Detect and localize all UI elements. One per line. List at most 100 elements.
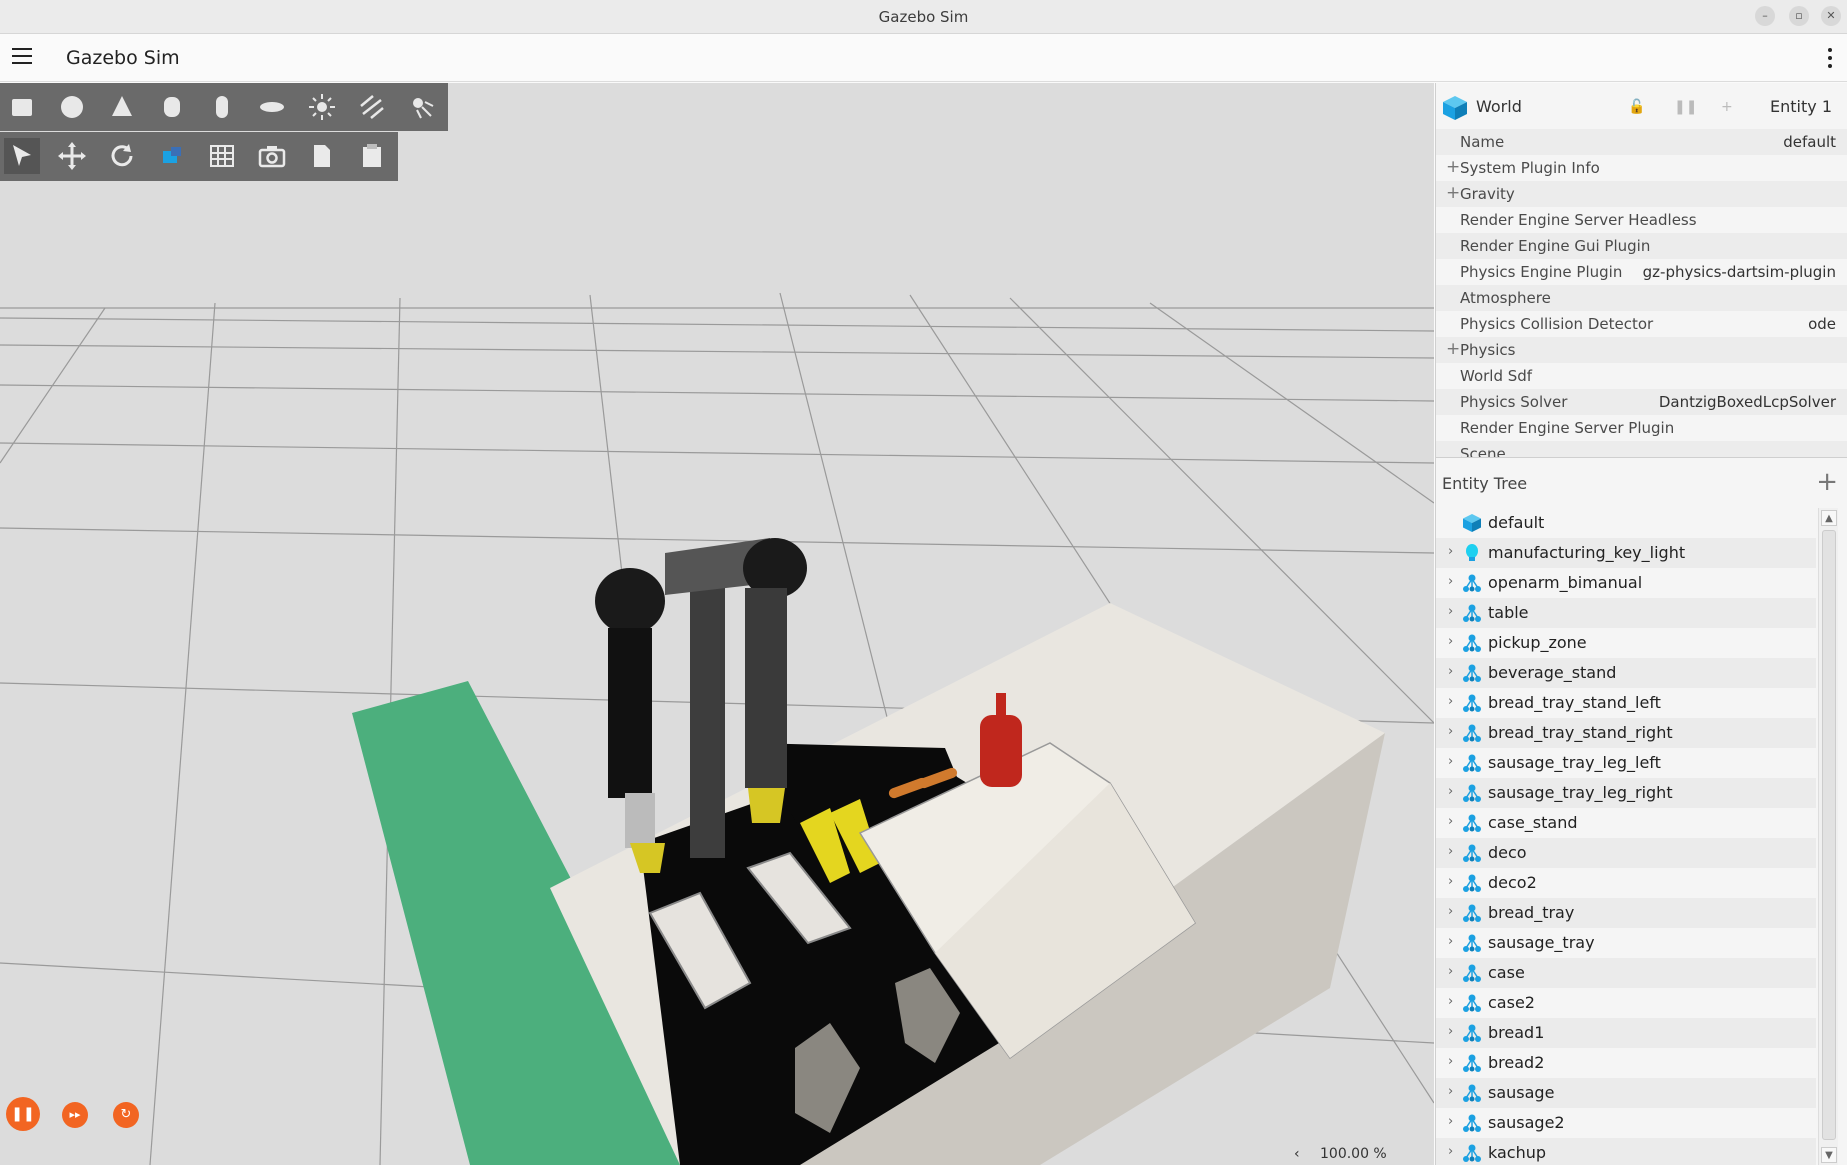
- chevron-right-icon[interactable]: ›: [1448, 664, 1453, 679]
- tree-item[interactable]: › bread2: [1436, 1048, 1816, 1078]
- chevron-right-icon[interactable]: ›: [1448, 994, 1453, 1009]
- chevron-right-icon[interactable]: ›: [1448, 724, 1453, 739]
- tree-item[interactable]: › sausage_tray_leg_left: [1436, 748, 1816, 778]
- box-icon[interactable]: [4, 89, 40, 125]
- tree-item[interactable]: › sausage: [1436, 1078, 1816, 1108]
- property-row: Render Engine Server Headless: [1436, 207, 1847, 233]
- entity-tree-scrollbar[interactable]: ▲ ▼: [1818, 508, 1838, 1165]
- translate-icon[interactable]: [54, 138, 90, 174]
- sphere-icon[interactable]: [54, 89, 90, 125]
- chevron-right-icon[interactable]: ›: [1448, 934, 1453, 949]
- chevron-right-icon[interactable]: ›: [1448, 634, 1453, 649]
- right-gripper: [748, 788, 785, 823]
- chevron-right-icon[interactable]: ›: [1448, 874, 1453, 889]
- spot-light-icon[interactable]: [404, 89, 440, 125]
- chevron-right-icon[interactable]: ›: [1448, 1144, 1453, 1159]
- cone-icon[interactable]: [104, 89, 140, 125]
- scroll-down-icon[interactable]: ▼: [1821, 1147, 1837, 1163]
- property-row[interactable]: + Physics: [1436, 337, 1847, 363]
- expand-plus-icon[interactable]: +: [1446, 339, 1460, 359]
- chevron-right-icon[interactable]: ›: [1448, 604, 1453, 619]
- pause-button[interactable]: ❚❚: [6, 1097, 40, 1131]
- cylinder-icon[interactable]: [154, 89, 190, 125]
- chevron-right-icon[interactable]: ›: [1448, 904, 1453, 919]
- model-icon: [1463, 754, 1481, 772]
- model-icon: [1463, 844, 1481, 862]
- collapse-chevron-icon[interactable]: ‹: [1294, 1146, 1300, 1162]
- reset-button[interactable]: ↻: [113, 1102, 139, 1128]
- chevron-right-icon[interactable]: ›: [1448, 844, 1453, 859]
- tree-item[interactable]: › deco: [1436, 838, 1816, 868]
- tree-item[interactable]: › deco2: [1436, 868, 1816, 898]
- screenshot-icon[interactable]: [254, 138, 290, 174]
- chevron-right-icon[interactable]: ›: [1448, 694, 1453, 709]
- maximize-icon[interactable]: ▫: [1789, 6, 1809, 26]
- point-light-icon[interactable]: [304, 89, 340, 125]
- tree-item[interactable]: › bread_tray_stand_left: [1436, 688, 1816, 718]
- tree-item[interactable]: › case2: [1436, 988, 1816, 1018]
- tree-item[interactable]: › pickup_zone: [1436, 628, 1816, 658]
- chevron-right-icon[interactable]: ›: [1448, 1084, 1453, 1099]
- tree-item[interactable]: › sausage_tray: [1436, 928, 1816, 958]
- property-key: Scene: [1460, 445, 1506, 457]
- chevron-right-icon[interactable]: ›: [1448, 1114, 1453, 1129]
- tree-item[interactable]: › bread_tray: [1436, 898, 1816, 928]
- expand-plus-icon[interactable]: +: [1446, 157, 1460, 177]
- model-icon: [1463, 904, 1481, 922]
- property-key: Physics: [1460, 341, 1516, 359]
- tree-item[interactable]: › kachup: [1436, 1138, 1816, 1165]
- property-row[interactable]: + System Plugin Info: [1436, 155, 1847, 181]
- pause-updates-icon[interactable]: ❚❚: [1674, 99, 1697, 115]
- property-row[interactable]: + Gravity: [1436, 181, 1847, 207]
- scale-icon[interactable]: [154, 138, 190, 174]
- 3d-scene-viewport[interactable]: [0, 83, 1434, 1165]
- model-icon: [1463, 1054, 1481, 1072]
- chevron-right-icon[interactable]: ›: [1448, 574, 1453, 589]
- component-inspector-header: World 🔓 ❚❚ + Entity 1: [1436, 83, 1847, 129]
- zoom-level: 100.00 %: [1320, 1146, 1387, 1162]
- more-options-icon[interactable]: [1827, 48, 1833, 68]
- tree-item[interactable]: default: [1436, 508, 1816, 538]
- lock-icon[interactable]: 🔓: [1628, 99, 1645, 115]
- tree-item[interactable]: › sausage2: [1436, 1108, 1816, 1138]
- world-icon: [1463, 514, 1481, 532]
- ellipsoid-icon[interactable]: [254, 89, 290, 125]
- tree-item[interactable]: › beverage_stand: [1436, 658, 1816, 688]
- tree-item[interactable]: › case: [1436, 958, 1816, 988]
- tree-item[interactable]: › bread_tray_stand_right: [1436, 718, 1816, 748]
- menu-icon[interactable]: [12, 48, 32, 66]
- add-component-icon[interactable]: +: [1721, 99, 1733, 115]
- chevron-right-icon[interactable]: ›: [1448, 814, 1453, 829]
- close-icon[interactable]: ✕: [1821, 6, 1841, 26]
- scroll-up-icon[interactable]: ▲: [1821, 510, 1837, 526]
- minimize-icon[interactable]: –: [1755, 6, 1775, 26]
- entity-type-label: World: [1476, 97, 1522, 116]
- step-forward-button[interactable]: ▸▸: [62, 1102, 88, 1128]
- copy-icon[interactable]: [304, 138, 340, 174]
- directional-light-icon[interactable]: [354, 89, 390, 125]
- tree-item[interactable]: › bread1: [1436, 1018, 1816, 1048]
- chevron-right-icon[interactable]: ›: [1448, 544, 1453, 559]
- rotate-icon[interactable]: [104, 138, 140, 174]
- tree-item[interactable]: › openarm_bimanual: [1436, 568, 1816, 598]
- select-icon[interactable]: [4, 138, 40, 174]
- tree-item[interactable]: › sausage_tray_leg_right: [1436, 778, 1816, 808]
- capsule-icon[interactable]: [204, 89, 240, 125]
- property-row: Scene: [1436, 441, 1847, 457]
- expand-plus-icon[interactable]: +: [1446, 183, 1460, 203]
- chevron-right-icon[interactable]: ›: [1448, 784, 1453, 799]
- grid-snap-icon[interactable]: [204, 138, 240, 174]
- kachup-bottle: [980, 715, 1022, 787]
- tree-item[interactable]: › manufacturing_key_light: [1436, 538, 1816, 568]
- paste-icon[interactable]: [354, 138, 390, 174]
- tree-item[interactable]: › table: [1436, 598, 1816, 628]
- model-icon: [1463, 964, 1481, 982]
- tree-item[interactable]: › case_stand: [1436, 808, 1816, 838]
- property-row: World Sdf: [1436, 363, 1847, 389]
- chevron-right-icon[interactable]: ›: [1448, 964, 1453, 979]
- scroll-thumb[interactable]: [1822, 530, 1836, 1140]
- chevron-right-icon[interactable]: ›: [1448, 1024, 1453, 1039]
- chevron-right-icon[interactable]: ›: [1448, 1054, 1453, 1069]
- chevron-right-icon[interactable]: ›: [1448, 754, 1453, 769]
- add-entity-icon[interactable]: +: [1816, 467, 1838, 497]
